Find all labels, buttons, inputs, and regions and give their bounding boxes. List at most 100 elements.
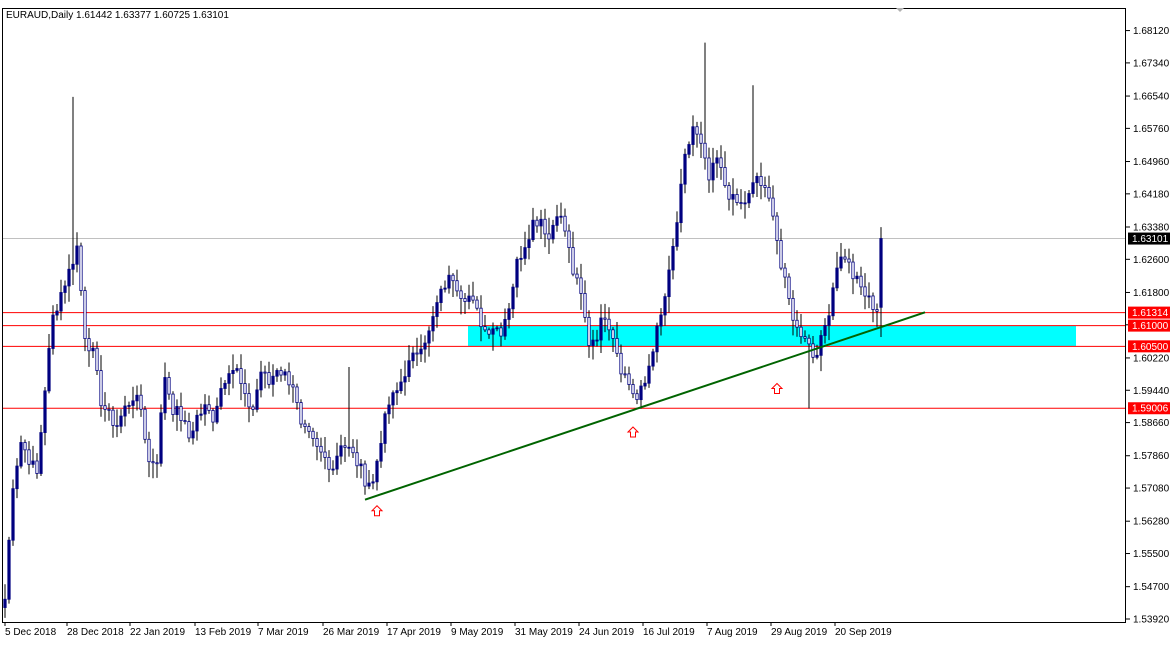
candle-body-bear: [727, 185, 731, 200]
candle-body-bull: [235, 368, 239, 371]
candle-body-bull: [367, 482, 371, 487]
candle-body-bull: [55, 310, 59, 316]
candle-body-bear: [187, 421, 191, 439]
candle-body-bull: [231, 369, 235, 375]
candle-body-bull: [751, 182, 755, 194]
candle-body-bear: [779, 240, 783, 269]
x-tick-label: 24 Jun 2019: [579, 627, 634, 638]
candle-body-bull: [551, 224, 555, 240]
candle-body-bull: [667, 269, 671, 298]
candle-body-bull: [423, 342, 427, 350]
candle-body-bull: [439, 288, 443, 303]
candle-body-bear: [547, 233, 551, 240]
candle-body-bear: [207, 404, 211, 411]
candle-body-bull: [379, 443, 383, 462]
candle-body-bull: [503, 319, 507, 337]
candle-body-bull: [819, 335, 823, 356]
y-tick-label: 1.58660: [1133, 418, 1170, 429]
candle-body-bear: [355, 452, 359, 467]
candle-body-bull: [335, 455, 339, 470]
candle-body-bear: [631, 384, 635, 395]
candle-body-bear: [143, 408, 147, 440]
candle-body-bear: [535, 219, 539, 227]
candle-body-bear: [315, 438, 319, 447]
candle-body-bear: [171, 393, 175, 415]
candle-body-bear: [799, 326, 803, 338]
candle-body-bull: [659, 314, 663, 327]
candle-body-bear: [587, 316, 591, 346]
x-tick-label: 17 Apr 2019: [387, 627, 441, 638]
y-tick-label: 1.57080: [1133, 484, 1170, 495]
candle-body-bull: [559, 215, 563, 218]
candle: [831, 282, 835, 320]
candle-body-bull: [47, 348, 51, 392]
candle: [79, 242, 83, 296]
candle-body-bull: [223, 382, 227, 389]
candle-body-bull: [371, 481, 375, 484]
x-tick-label: 13 Feb 2019: [195, 627, 252, 638]
plot-area[interactable]: [2, 8, 1126, 623]
candle-body-bull: [879, 238, 883, 308]
candle-body-bear: [763, 185, 767, 188]
candle: [39, 424, 43, 477]
candle-body-bull: [715, 157, 719, 164]
candle-body-bear: [859, 275, 863, 288]
candle-body-bear: [27, 449, 31, 465]
candle-body-bear: [735, 194, 739, 203]
y-tick-label: 1.57860: [1133, 451, 1170, 462]
candle-body-bull: [595, 339, 599, 342]
candle-body-bear: [707, 157, 711, 181]
candle-body-bear: [487, 329, 491, 335]
candle-body-bear: [87, 338, 91, 352]
candle-body-bear: [239, 368, 243, 384]
candle-body-bull: [527, 239, 531, 249]
chart-canvas[interactable]: 1.68120 1.67340 1.66540 1.65760 1.64960 1.641…: [0, 0, 1174, 645]
candle-body-bull: [591, 339, 595, 346]
candle-body-bull: [175, 406, 179, 415]
candle-body-bull: [403, 376, 407, 383]
candle-body-bull: [639, 385, 643, 401]
time-axis[interactable]: 5 Dec 2018 28 Dec 2018 22 Jan 2019 13 Feb 2…: [4, 622, 892, 638]
x-tick-label: 22 Jan 2019: [130, 627, 185, 638]
candle-body-bull: [3, 598, 7, 608]
candle-body-bull: [359, 463, 363, 467]
x-tick-label: 29 Aug 2019: [771, 627, 828, 638]
candle-body-bull: [711, 162, 715, 181]
candle-body-bull: [431, 316, 435, 332]
candle-body-bull: [507, 308, 511, 320]
price-axis[interactable]: 1.68120 1.67340 1.66540 1.65760 1.64960 1.641…: [1126, 26, 1170, 626]
candle-body-bull: [839, 256, 843, 269]
candle-body-bear: [363, 463, 367, 487]
candle-body-bear: [179, 406, 183, 421]
candle-body-bear: [875, 309, 879, 312]
candle-body-bear: [79, 245, 83, 291]
candle-body-bull: [519, 257, 523, 260]
candle-body-bear: [115, 425, 119, 427]
candle-body-bear: [719, 157, 723, 168]
level-price-tag: 1.61314: [1132, 308, 1169, 319]
level-price-tag: 1.59006: [1132, 404, 1169, 415]
y-tick-label: 1.56280: [1133, 517, 1170, 528]
candle-body-bull: [119, 415, 123, 427]
candle-body-bull: [827, 315, 831, 326]
candle-body-bull: [855, 275, 859, 280]
candle-body-bear: [723, 167, 727, 186]
candle-body-bull: [755, 176, 759, 184]
candle-body-bear: [807, 337, 811, 345]
candle-body-bull: [671, 245, 675, 271]
candle-body-bear: [247, 393, 251, 408]
candle-body-bull: [411, 352, 415, 362]
candle-body-bear: [299, 402, 303, 425]
x-tick-label: 31 May 2019: [515, 627, 573, 638]
candle-body-bear: [155, 462, 159, 465]
candle-body-bull: [467, 295, 471, 302]
candle-body-bull: [255, 389, 259, 410]
candle-body-bull: [491, 328, 495, 335]
candle-body-bear: [415, 352, 419, 355]
candle-body-bull: [447, 274, 451, 289]
candle-body-bull: [63, 285, 67, 293]
candle-body-bull: [823, 325, 827, 336]
candle-body-bear: [695, 126, 699, 135]
candle-body-bull: [511, 286, 515, 310]
y-tick-label: 1.61800: [1133, 288, 1170, 299]
